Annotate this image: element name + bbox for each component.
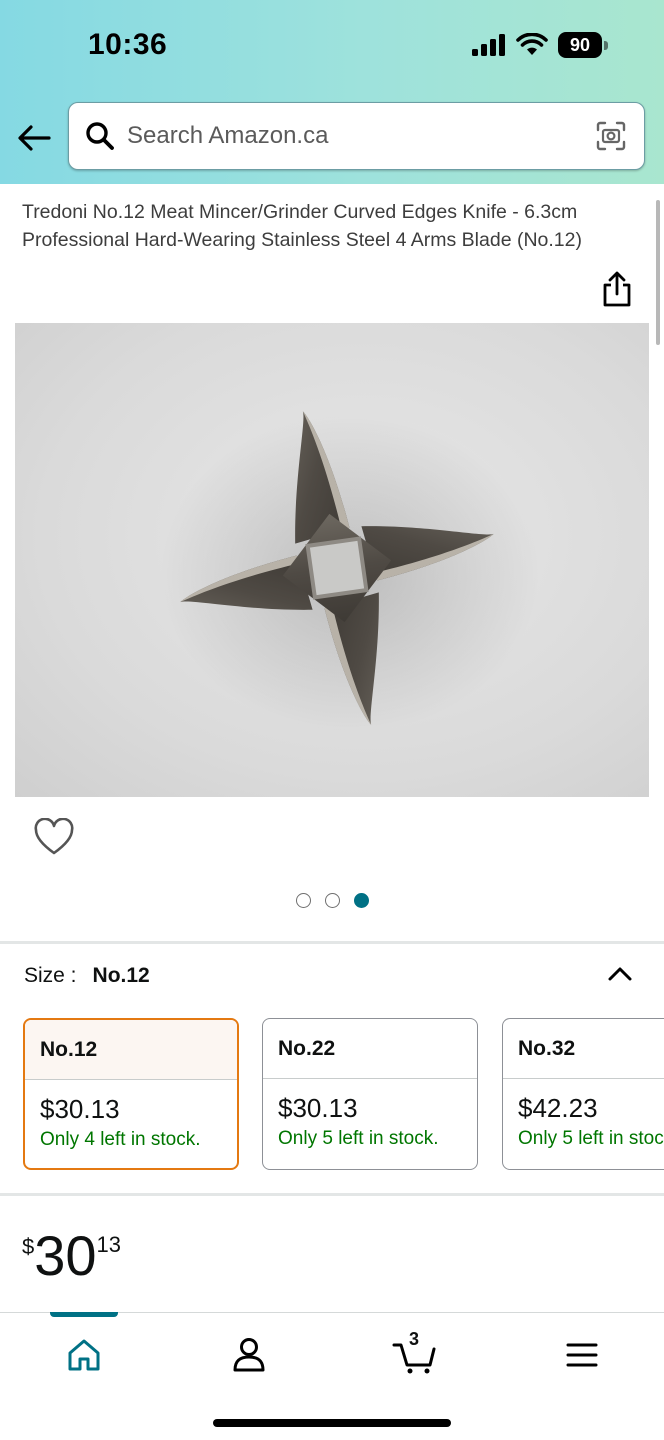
search-bar[interactable]	[68, 102, 645, 170]
size-option-name: No.22	[263, 1019, 477, 1079]
nav-cart[interactable]: 3	[383, 1329, 447, 1377]
person-icon	[233, 1338, 265, 1372]
carousel-dot[interactable]	[324, 893, 340, 908]
battery-tip	[604, 40, 608, 50]
size-option-no32[interactable]: No.32 $42.23 Only 5 left in stock.	[502, 1018, 664, 1170]
camera-lens-icon	[596, 121, 626, 151]
size-option-no12[interactable]: No.12 $30.13 Only 4 left in stock.	[23, 1018, 239, 1170]
product-price: $ 30 13	[22, 1226, 121, 1286]
app-header: 10:36 90	[0, 0, 664, 184]
nav-active-indicator	[50, 1312, 118, 1317]
price-symbol: $	[22, 1234, 35, 1259]
price-fraction: 13	[96, 1232, 122, 1257]
wifi-icon	[516, 33, 548, 55]
grinder-blade-illustration	[160, 411, 540, 733]
size-option-name: No.32	[503, 1019, 664, 1079]
search-icon	[83, 119, 117, 153]
size-option-stock: Only 5 left in stock.	[518, 1128, 664, 1149]
chevron-up-icon[interactable]	[606, 962, 634, 984]
section-divider	[0, 941, 664, 944]
product-title: Tredoni No.12 Meat Mincer/Grinder Curved…	[22, 201, 582, 251]
back-button[interactable]	[14, 118, 54, 158]
back-arrow-icon	[18, 125, 51, 151]
search-input[interactable]	[127, 122, 567, 150]
heart-icon[interactable]	[34, 818, 74, 858]
camera-search-button[interactable]	[592, 117, 630, 155]
product-image[interactable]	[15, 323, 649, 797]
status-icons: 90	[472, 30, 608, 60]
size-label: Size :	[24, 964, 77, 987]
nav-menu[interactable]	[550, 1333, 614, 1377]
size-option-stock: Only 5 left in stock.	[278, 1128, 439, 1149]
carousel-dot-active[interactable]	[353, 893, 369, 908]
size-option-price: $30.13	[278, 1093, 358, 1123]
home-icon	[68, 1339, 100, 1371]
nav-home[interactable]	[52, 1333, 116, 1377]
signal-icon	[472, 34, 505, 56]
cart-count-badge: 3	[409, 1329, 420, 1349]
image-carousel-dots[interactable]	[0, 893, 664, 908]
size-selected-value: No.12	[92, 964, 150, 987]
carousel-dot[interactable]	[295, 893, 311, 908]
section-divider	[0, 1193, 664, 1196]
size-option-price: $42.23	[518, 1093, 598, 1123]
share-icon[interactable]	[600, 270, 634, 308]
scrollbar-thumb[interactable]	[656, 200, 660, 345]
size-option-no22[interactable]: No.22 $30.13 Only 5 left in stock.	[262, 1018, 478, 1170]
hamburger-menu-icon	[566, 1343, 598, 1367]
status-time: 10:36	[88, 28, 168, 61]
battery-level: 90	[558, 32, 602, 58]
size-option-name: No.12	[25, 1020, 237, 1080]
price-whole: 30	[34, 1224, 97, 1287]
home-indicator	[213, 1419, 451, 1427]
size-selector-header: Size : No.12	[24, 964, 150, 988]
size-option-price: $30.13	[40, 1094, 120, 1124]
size-option-stock: Only 4 left in stock.	[40, 1129, 201, 1150]
nav-account[interactable]	[217, 1333, 281, 1377]
